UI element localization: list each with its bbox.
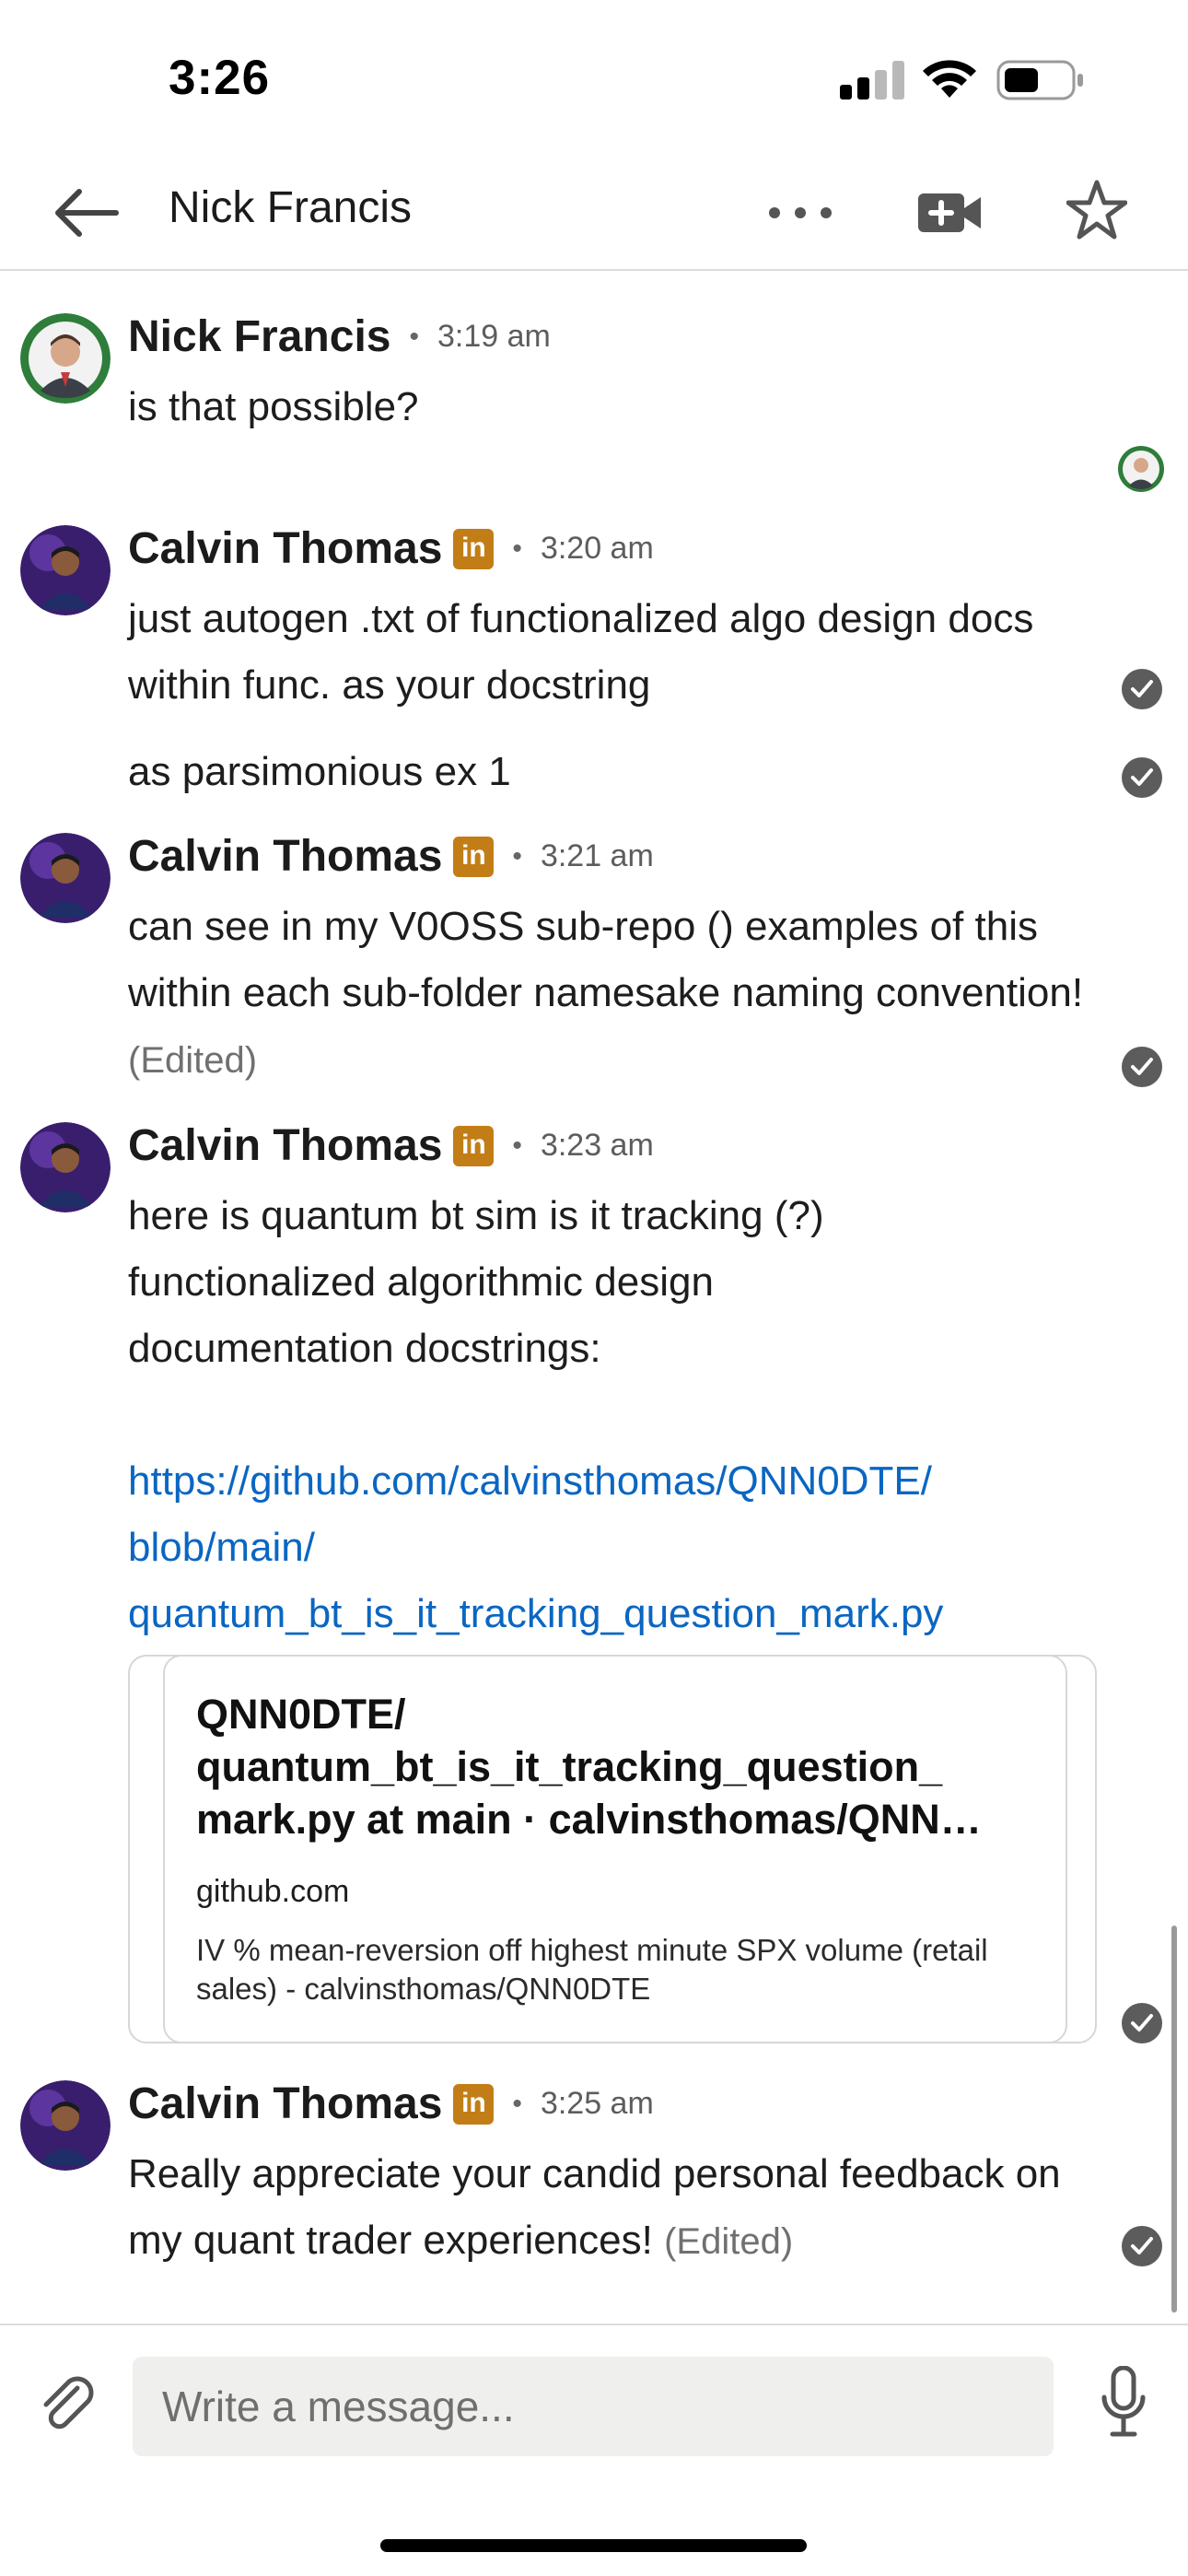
message-body: Really appreciate your candid personal f… [128,2151,1061,2263]
link-preview-card[interactable]: QNN0DTE/ quantum_bt_is_it_tracking_quest… [128,1655,1097,2043]
message-text[interactable]: here is quantum bt sim is it tracking (?… [128,1183,957,1382]
sender-line: Calvin Thomas in • 3:20 am [128,523,654,574]
message-time: 3:23 am [540,1128,654,1163]
sender-line: Calvin Thomas in • 3:23 am [128,1120,654,1171]
link-line[interactable]: quantum_bt_is_it_tracking_question_mark.… [128,1581,1104,1647]
avatar[interactable] [20,313,111,404]
message-group: Nick Francis • 3:19 am is that possible? [0,271,1188,510]
message-composer [0,2324,1188,2576]
sender-name[interactable]: Calvin Thomas [128,831,442,882]
avatar[interactable] [20,2080,111,2171]
separator-dot: • [512,840,522,872]
link-line[interactable]: blob/main/ [128,1515,1104,1581]
edited-label: (Edited) [128,1040,258,1081]
message-time: 3:25 am [540,2086,654,2121]
home-indicator [380,2539,807,2552]
separator-dot: • [512,2088,522,2119]
linkedin-badge-icon: in [453,836,495,877]
preview-title: QNN0DTE/ quantum_bt_is_it_tracking_quest… [196,1691,982,1843]
message-text[interactable]: as parsimonious ex 1 [128,739,1104,805]
link-preview-content[interactable]: QNN0DTE/ quantum_bt_is_it_tracking_quest… [163,1655,1067,2043]
back-arrow-icon[interactable] [52,181,120,245]
preview-description: IV % mean-reversion off highest minute S… [196,1933,988,2006]
microphone-icon[interactable] [1101,2366,1147,2438]
avatar[interactable] [20,525,111,615]
read-receipt-icon [1122,1047,1162,1087]
message-text[interactable]: is that possible? [128,374,1104,440]
sender-line: Calvin Thomas in • 3:25 am [128,2078,654,2129]
message-text[interactable]: just autogen .txt of functionalized algo… [128,586,1104,719]
separator-dot: • [409,321,419,352]
linkedin-badge-icon: in [453,1125,495,1166]
read-receipt-icon [1122,669,1162,709]
avatar[interactable] [20,833,111,923]
read-receipt-icon [1122,757,1162,798]
sender-name[interactable]: Calvin Thomas [128,523,442,574]
sender-name[interactable]: Calvin Thomas [128,1120,442,1171]
message-input[interactable] [133,2357,1054,2456]
message-group: Calvin Thomas in • 3:20 am just autogen … [0,510,1188,814]
sender-line: Nick Francis • 3:19 am [128,311,551,362]
avatar[interactable] [20,1122,111,1212]
message-group: Calvin Thomas in • 3:21 am can see in my… [0,818,1188,1095]
status-time: 3:26 [169,51,271,105]
message-group: Calvin Thomas in • 3:25 am Really apprec… [0,2066,1188,2314]
message-text[interactable]: Really appreciate your candid personal f… [128,2141,1123,2275]
paperclip-icon[interactable] [37,2373,98,2434]
message-text[interactable]: can see in my V0OSS sub-repo () examples… [128,894,1104,1094]
link-line[interactable]: https://github.com/calvinsthomas/QNN0DTE… [128,1448,1104,1515]
star-icon[interactable] [1066,177,1127,243]
separator-dot: • [512,1130,522,1161]
message-body: can see in my V0OSS sub-repo () examples… [128,904,1084,1015]
sender-name[interactable]: Calvin Thomas [128,2078,442,2129]
read-receipt-icon [1122,2226,1162,2266]
conversation-header: Nick Francis [0,157,1188,271]
battery-icon [996,60,1083,100]
linkedin-badge-icon: in [453,528,495,569]
status-bar: 3:26 [0,0,1188,157]
edited-label: (Edited) [664,2221,794,2262]
message-time: 3:21 am [540,838,654,873]
preview-domain: github.com [196,1874,350,1909]
sender-line: Calvin Thomas in • 3:21 am [128,831,654,882]
conversation-title[interactable]: Nick Francis [169,182,412,233]
video-call-icon[interactable] [916,182,983,243]
sender-name[interactable]: Nick Francis [128,311,390,362]
more-icon[interactable] [766,190,834,236]
seen-avatar-icon [1118,446,1164,492]
separator-dot: • [512,533,522,564]
read-receipt-icon [1122,2003,1162,2043]
cellular-signal-icon [840,61,904,100]
wifi-icon [923,60,976,98]
scrollbar[interactable] [1171,1926,1177,2313]
message-time: 3:19 am [437,319,551,354]
message-time: 3:20 am [540,531,654,566]
linkedin-badge-icon: in [453,2083,495,2125]
message-link[interactable]: https://github.com/calvinsthomas/QNN0DTE… [128,1448,1104,1647]
